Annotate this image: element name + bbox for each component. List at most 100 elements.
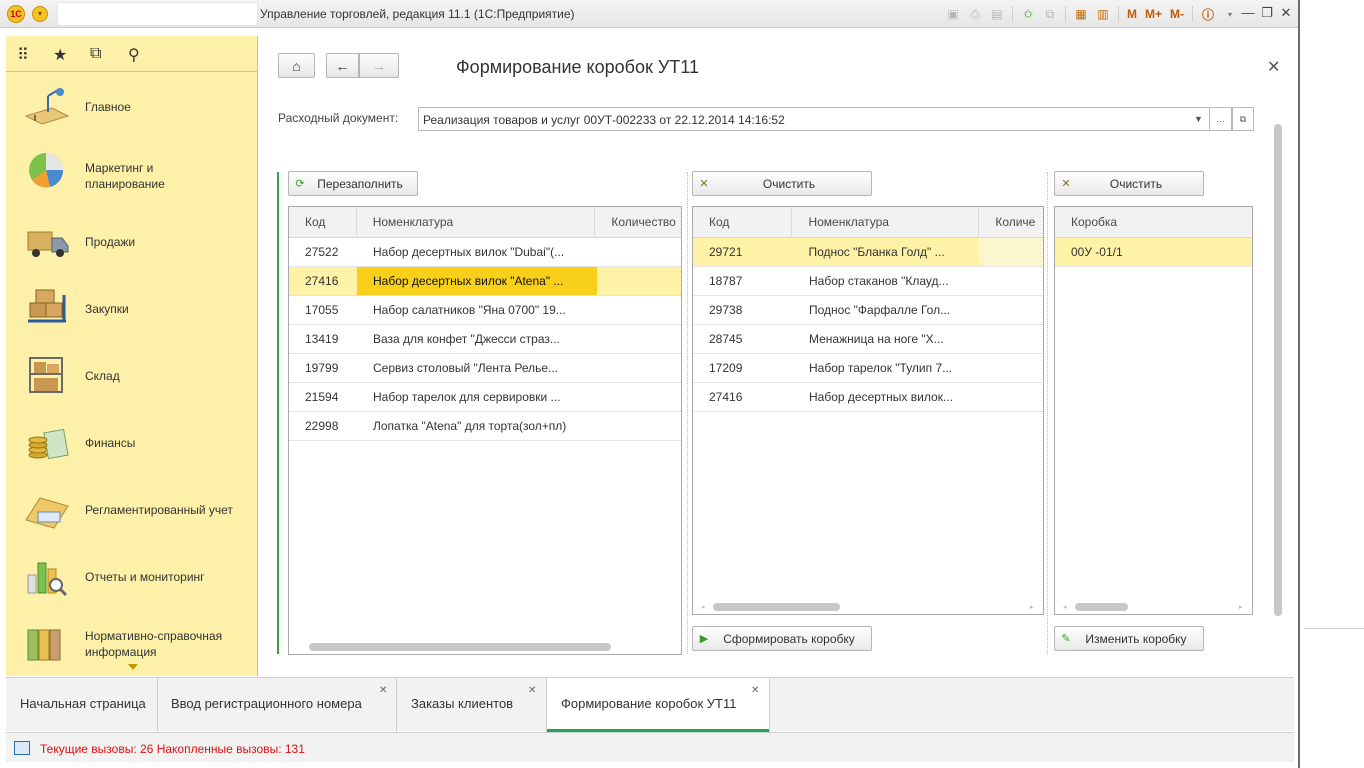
- column-header[interactable]: Номенклатура: [792, 207, 980, 238]
- sidebar-item-sales[interactable]: Продажи: [6, 210, 258, 272]
- sidebar-item-regulated[interactable]: Регламентированный учет: [6, 478, 258, 540]
- sidebar-item-marketing[interactable]: Маркетинг и планирование: [6, 138, 258, 200]
- column-header[interactable]: Номенклатура: [357, 207, 596, 238]
- sidebar-item-reports[interactable]: Отчеты и мониторинг: [6, 545, 258, 607]
- server-calls-icon[interactable]: [14, 741, 30, 755]
- tab-box-formation[interactable]: Формирование коробок УТ11 ✕: [547, 678, 770, 732]
- box-items-table[interactable]: Код Номенклатура Количе 29721 Поднос "Бла…: [692, 206, 1044, 615]
- close-tab-icon[interactable]: ✕: [379, 686, 387, 696]
- table-row[interactable]: 17055 Набор салатников "Яна 0700" 19...: [289, 296, 681, 325]
- column-header[interactable]: Код: [289, 207, 357, 238]
- calendar-icon[interactable]: ▥: [1094, 5, 1112, 23]
- table-row-selected[interactable]: 29721 Поднос "Бланка Голд" ...: [693, 238, 1043, 267]
- close-form-icon[interactable]: ✕: [1267, 57, 1280, 77]
- table-row-selected[interactable]: 00У -01/1: [1055, 238, 1252, 267]
- table-row[interactable]: 27522 Набор десертных вилок "Dubai"(...: [289, 238, 681, 267]
- chevron-down-icon[interactable]: ▾: [1221, 5, 1239, 23]
- open-icon[interactable]: ⧉: [1232, 107, 1254, 131]
- table-row[interactable]: 28745 Менажница на ноге "Х...: [693, 325, 1043, 354]
- form-area: ⌂ ← → Формирование коробок УТ11 ✕ Расход…: [259, 36, 1294, 676]
- memory-minus-button[interactable]: M-: [1168, 7, 1186, 21]
- table-row[interactable]: 17209 Набор тарелок "Тулип 7...: [693, 354, 1043, 383]
- toolbar-divider: [1065, 6, 1066, 22]
- status-text: Текущие вызовы: 26 Накопленные вызовы: 1…: [40, 742, 305, 756]
- select-ellipsis-button[interactable]: …: [1210, 107, 1232, 131]
- scroll-left-icon[interactable]: ◂: [1063, 603, 1067, 611]
- column-header[interactable]: Количество: [595, 207, 681, 238]
- title-search-input[interactable]: [57, 2, 258, 26]
- favorites-star-icon[interactable]: ✩: [1019, 5, 1037, 23]
- desk-lamp-icon: [24, 88, 70, 125]
- table-row-selected[interactable]: 27416 Набор десертных вилок "Atena" ...: [289, 267, 681, 296]
- history-icon[interactable]: ⧉: [90, 45, 101, 63]
- search-icon[interactable]: ⚲: [128, 45, 140, 65]
- scroll-right-icon[interactable]: ▸: [1239, 603, 1243, 611]
- truck-icon: [27, 231, 69, 257]
- source-items-table[interactable]: Код Номенклатура Количество 27522 Набор д…: [288, 206, 682, 655]
- refill-button[interactable]: ⟳ Перезаполнить: [288, 171, 418, 196]
- form-box-button[interactable]: ▶ Сформировать коробку: [692, 626, 872, 651]
- sidebar-item-label: Продажи: [85, 235, 136, 249]
- warehouse-shelf-icon: [29, 357, 63, 393]
- 1c-logo-icon[interactable]: 1С: [7, 5, 25, 23]
- arrow-left-icon: ←: [335, 57, 350, 74]
- table-row[interactable]: 19799 Сервиз столовый "Лента Релье...: [289, 354, 681, 383]
- back-button[interactable]: ←: [326, 53, 359, 78]
- bar-chart-magnifier-icon: [27, 562, 68, 597]
- column-header[interactable]: Количе: [979, 207, 1043, 238]
- change-box-button[interactable]: ✎ Изменить коробку: [1054, 626, 1204, 651]
- sidebar-item-warehouse[interactable]: Склад: [6, 344, 258, 406]
- column-header[interactable]: Коробка: [1055, 207, 1252, 238]
- sidebar-item-finance[interactable]: Финансы: [6, 411, 258, 473]
- sidebar-item-main[interactable]: Главное: [6, 76, 258, 138]
- horizontal-scrollbar[interactable]: [1075, 603, 1128, 611]
- clear-items-button[interactable]: ✕ Очистить: [692, 171, 872, 196]
- sidebar-item-reference[interactable]: Нормативно-справочная информация: [6, 612, 258, 668]
- table-row[interactable]: 22998 Лопатка "Atena" для торта(зол+пл): [289, 412, 681, 441]
- table-row[interactable]: 18787 Набор стаканов "Клауд...: [693, 267, 1043, 296]
- clear-x-icon: ✕: [699, 178, 709, 190]
- boxes-table[interactable]: Коробка 00У -01/1 ◂ ▸: [1054, 206, 1253, 615]
- memory-plus-button[interactable]: M+: [1143, 7, 1164, 21]
- column-header[interactable]: Код: [693, 207, 793, 238]
- close-window-icon[interactable]: ✕: [1278, 5, 1294, 21]
- scroll-down-icon[interactable]: [128, 664, 138, 670]
- scroll-right-icon[interactable]: ▸: [1030, 603, 1034, 611]
- tab-home[interactable]: Начальная страница: [6, 678, 158, 732]
- print-icon[interactable]: ⎙: [966, 5, 984, 23]
- tab-orders[interactable]: Заказы клиентов ✕: [397, 678, 547, 732]
- doc-input[interactable]: Реализация товаров и услуг 00УТ-002233 о…: [418, 107, 1230, 131]
- calculator-icon[interactable]: ▦: [1072, 5, 1090, 23]
- close-tab-icon[interactable]: ✕: [751, 686, 759, 696]
- link-icon[interactable]: ⧉: [1041, 5, 1059, 23]
- play-icon: ▶: [699, 633, 709, 645]
- app-window: 1С ▾ Управление торговлей, редакция 11.1…: [0, 0, 1300, 768]
- column-divider: [1047, 172, 1048, 654]
- table-row[interactable]: 27416 Набор десертных вилок...: [693, 383, 1043, 412]
- print-preview-icon[interactable]: ▤: [988, 5, 1006, 23]
- dropdown-chevron-icon[interactable]: ▼: [1188, 107, 1210, 131]
- minimize-icon[interactable]: —: [1240, 5, 1256, 20]
- save-icon[interactable]: ▣: [944, 5, 962, 23]
- home-button[interactable]: ⌂: [278, 53, 315, 78]
- sidebar-item-purchases[interactable]: Закупки: [6, 277, 258, 339]
- memory-m-button[interactable]: M: [1125, 7, 1139, 21]
- horizontal-scrollbar[interactable]: [713, 603, 840, 611]
- apps-grid-icon[interactable]: ⠿: [17, 45, 29, 65]
- favorites-icon[interactable]: ★: [53, 45, 67, 65]
- table-row[interactable]: 21594 Набор тарелок для сервировки ...: [289, 383, 681, 412]
- info-icon[interactable]: ⓘ: [1199, 5, 1217, 23]
- restore-icon[interactable]: ❐: [1259, 5, 1275, 21]
- tab-registration[interactable]: Ввод регистрационного номера ✕: [158, 678, 397, 732]
- horizontal-scrollbar[interactable]: [309, 643, 611, 651]
- table-row[interactable]: 29738 Поднос "Фарфалле Гол...: [693, 296, 1043, 325]
- main-menu-button[interactable]: ▾: [32, 6, 48, 22]
- clear-boxes-button[interactable]: ✕ Очистить: [1054, 171, 1204, 196]
- edit-pencil-icon: ✎: [1061, 633, 1071, 645]
- app-title: Управление торговлей, редакция 11.1 (1С:…: [260, 7, 575, 21]
- forward-button[interactable]: →: [359, 53, 399, 78]
- form-vertical-scrollbar[interactable]: [1274, 124, 1282, 616]
- close-tab-icon[interactable]: ✕: [528, 686, 536, 696]
- scroll-left-icon[interactable]: ◂: [701, 603, 705, 611]
- table-row[interactable]: 13419 Ваза для конфет "Джесси страз...: [289, 325, 681, 354]
